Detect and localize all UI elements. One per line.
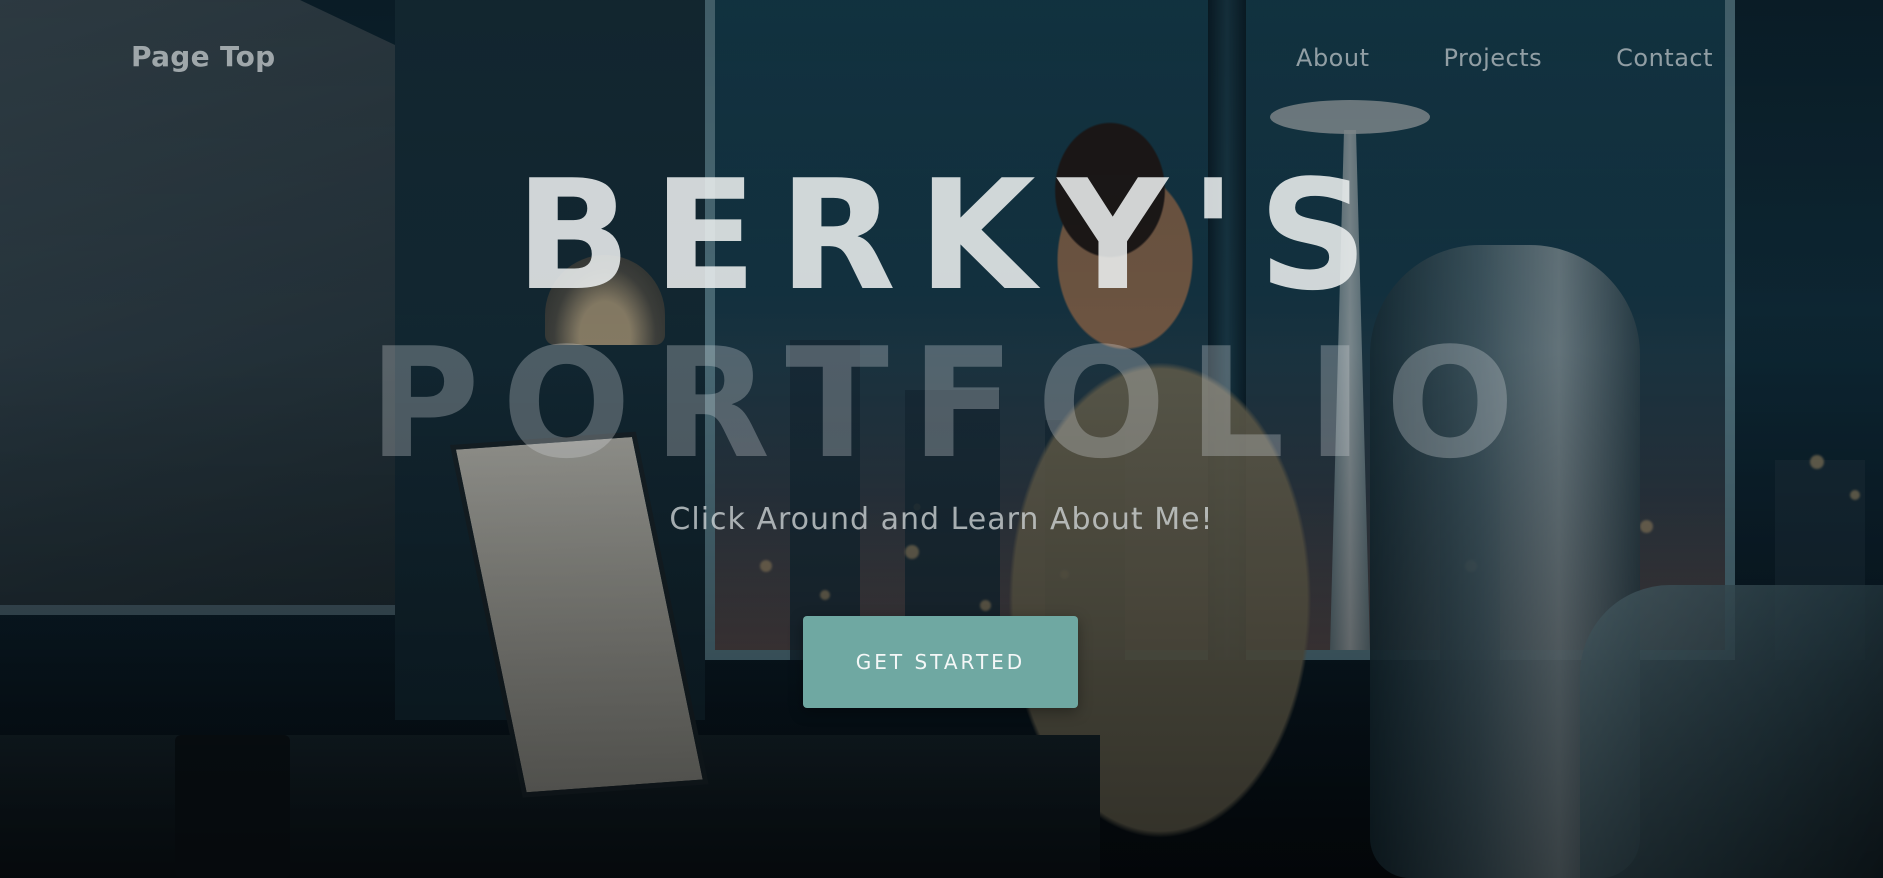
hero-title-line2: PORTFOLIO <box>368 315 1537 492</box>
main-nav: About Projects Contact <box>1296 44 1713 72</box>
nav-link-projects[interactable]: Projects <box>1444 44 1543 72</box>
hero-title-line1: BERKY'S <box>515 147 1390 324</box>
hero-section: Page Top About Projects Contact BERKY'S … <box>0 0 1883 878</box>
page-top-link[interactable]: Page Top <box>131 40 276 73</box>
nav-link-about[interactable]: About <box>1296 44 1369 72</box>
get-started-button[interactable]: GET STARTED <box>803 616 1078 708</box>
nav-link-contact[interactable]: Contact <box>1616 44 1713 72</box>
hero-subtitle: Click Around and Learn About Me! <box>669 502 1214 537</box>
